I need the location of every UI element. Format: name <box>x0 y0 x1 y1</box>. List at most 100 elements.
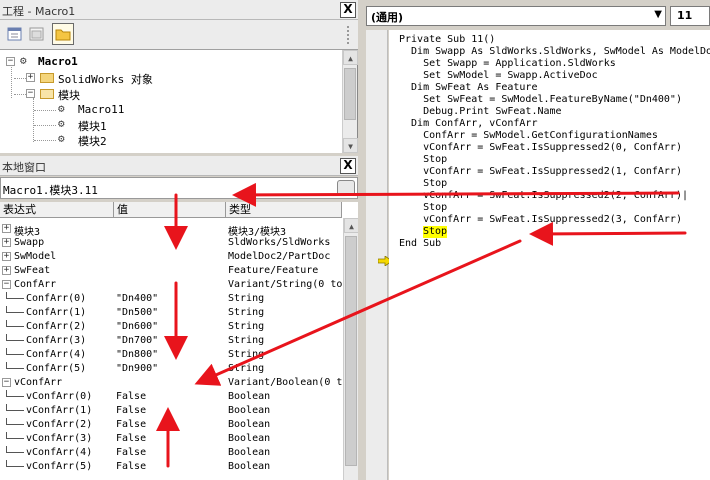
scroll-up-arrow-icon[interactable]: ▲ <box>344 218 359 233</box>
collapse-icon[interactable]: − <box>26 89 35 98</box>
chevron-down-icon[interactable]: ▼ <box>654 9 662 20</box>
tree-item-solidworks-objects[interactable]: + SolidWorks 对象 <box>0 70 340 86</box>
expression-cell: ConfArr(2) <box>26 321 87 332</box>
expand-icon[interactable]: + <box>2 252 11 261</box>
tree-item-module[interactable]: ⚙ Macro11 <box>0 102 340 117</box>
code-line[interactable]: ConfArr = SwModel.GetConfigurationNames <box>399 130 658 142</box>
table-row[interactable]: ConfArr(5) "Dn900" String <box>0 362 342 376</box>
table-row[interactable]: + SwFeat Feature/Feature <box>0 264 342 278</box>
code-line[interactable]: Debug.Print SwFeat.Name <box>399 106 561 118</box>
code-line[interactable]: vConfArr = SwFeat.IsSuppressed2(3, ConfA… <box>399 214 682 226</box>
toggle-folders-button[interactable] <box>52 23 74 45</box>
view-object-button[interactable] <box>28 25 46 43</box>
project-explorer-toolbar <box>0 20 358 50</box>
code-line[interactable]: Dim SwFeat As Feature <box>399 82 537 94</box>
code-line[interactable]: Dim ConfArr, vConfArr <box>399 118 537 130</box>
project-explorer-title: 工程 - Macro1 <box>2 5 76 18</box>
locals-scrollbar[interactable]: ▲ <box>343 218 359 480</box>
scroll-thumb[interactable] <box>344 68 356 120</box>
tree-item-label: 模块 <box>58 89 80 102</box>
table-row[interactable]: − ConfArr Variant/String(0 to <box>0 278 342 292</box>
current-statement-highlight[interactable]: Stop <box>423 226 448 238</box>
table-row[interactable]: vConfArr(2) False Boolean <box>0 418 342 432</box>
expand-icon[interactable]: + <box>26 73 35 82</box>
value-cell[interactable]: "Dn600" <box>116 321 158 332</box>
table-row[interactable]: vConfArr(4) False Boolean <box>0 446 342 460</box>
locals-window-titlebar: 本地窗口 X <box>0 156 358 176</box>
code-line[interactable]: Set SwModel = Swapp.ActiveDoc <box>399 70 598 82</box>
type-cell: Boolean <box>228 391 271 402</box>
expression-cell: vConfArr(2) <box>26 419 93 430</box>
code-editor[interactable]: Private Sub 11() Dim Swapp As SldWorks.S… <box>389 30 710 480</box>
scroll-thumb[interactable] <box>345 236 357 466</box>
locals-context-bar: Macro1.模块3.11 <box>0 177 358 199</box>
expand-icon[interactable]: + <box>2 266 11 275</box>
tree-item-label: 模块2 <box>78 135 107 148</box>
type-cell: ModelDoc2/PartDoc <box>228 251 331 262</box>
table-row[interactable]: vConfArr(1) False Boolean <box>0 404 342 418</box>
value-cell[interactable]: False <box>116 419 146 430</box>
table-row[interactable]: + 模块3 模块3/模块3 <box>0 222 342 238</box>
table-row[interactable]: vConfArr(3) False Boolean <box>0 432 342 446</box>
call-stack-button[interactable] <box>337 180 355 196</box>
code-line[interactable] <box>399 226 423 238</box>
value-cell[interactable]: "Dn900" <box>116 363 158 374</box>
procedure-combo[interactable]: 11 <box>670 6 710 26</box>
code-margin-indicator-bar[interactable] <box>366 30 392 480</box>
code-line[interactable]: vConfArr = SwFeat.IsSuppressed2(2, ConfA… <box>399 190 688 202</box>
scroll-down-arrow-icon[interactable]: ▼ <box>343 138 358 153</box>
code-line[interactable]: Stop <box>399 154 447 166</box>
value-cell[interactable]: False <box>116 447 146 458</box>
value-cell[interactable]: "Dn700" <box>116 335 158 346</box>
scroll-up-arrow-icon[interactable]: ▲ <box>343 50 358 65</box>
project-explorer-close-button[interactable]: X <box>340 2 356 18</box>
code-line[interactable]: Stop <box>399 202 447 214</box>
code-line[interactable]: Private Sub 11() <box>399 34 495 46</box>
value-cell[interactable]: "Dn800" <box>116 349 158 360</box>
tree-item-module[interactable]: ⚙ 模块2 <box>0 132 340 149</box>
expression-cell: ConfArr(1) <box>26 307 87 318</box>
column-header-expression[interactable]: 表达式 <box>0 202 114 218</box>
locals-window-close-button[interactable]: X <box>340 158 356 174</box>
column-header-value[interactable]: 值 <box>114 202 226 218</box>
value-cell[interactable]: False <box>116 433 146 444</box>
code-line[interactable]: Set SwFeat = SwModel.FeatureByName("Dn40… <box>399 94 682 106</box>
value-cell[interactable]: False <box>116 461 146 472</box>
table-row[interactable]: ConfArr(1) "Dn500" String <box>0 306 342 320</box>
code-line[interactable]: End Sub <box>399 238 441 250</box>
value-cell[interactable]: "Dn500" <box>116 307 158 318</box>
code-line[interactable]: vConfArr = SwFeat.IsSuppressed2(1, ConfA… <box>399 166 682 178</box>
code-line[interactable]: Set Swapp = Application.SldWorks <box>399 58 616 70</box>
expand-icon[interactable]: + <box>2 224 11 233</box>
expression-cell: vConfArr(1) <box>26 405 93 416</box>
table-row[interactable]: + SwModel ModelDoc2/PartDoc <box>0 250 342 264</box>
table-row[interactable]: ConfArr(3) "Dn700" String <box>0 334 342 348</box>
object-combo[interactable]: (通用) ▼ <box>366 6 666 26</box>
value-cell[interactable]: "Dn400" <box>116 293 158 304</box>
value-cell[interactable]: False <box>116 405 146 416</box>
tree-item-modules[interactable]: − 模块 <box>0 86 340 102</box>
table-row[interactable]: − vConfArr Variant/Boolean(0 t <box>0 376 342 390</box>
tree-item-label: SolidWorks 对象 <box>58 73 153 86</box>
tree-scrollbar[interactable]: ▲ ▼ <box>342 50 358 153</box>
code-line[interactable]: vConfArr = SwFeat.IsSuppressed2(0, ConfA… <box>399 142 682 154</box>
table-row[interactable]: vConfArr(0) False Boolean <box>0 390 342 404</box>
view-code-button[interactable] <box>6 25 24 43</box>
tree-item-module[interactable]: ⚙ 模块1 <box>0 117 340 134</box>
type-cell: Boolean <box>228 419 271 430</box>
expand-icon[interactable]: + <box>2 238 11 247</box>
code-line[interactable]: Dim Swapp As SldWorks.SldWorks, SwModel … <box>399 46 710 58</box>
table-row[interactable]: + Swapp SldWorks/SldWorks <box>0 236 342 250</box>
collapse-icon[interactable]: − <box>2 378 11 387</box>
column-header-type[interactable]: 类型 <box>226 202 342 218</box>
collapse-icon[interactable]: − <box>6 57 15 66</box>
collapse-icon[interactable]: − <box>2 280 11 289</box>
table-row[interactable]: ConfArr(2) "Dn600" String <box>0 320 342 334</box>
table-row[interactable]: vConfArr(5) False Boolean <box>0 460 342 474</box>
value-cell[interactable]: False <box>116 391 146 402</box>
expression-cell: SwFeat <box>14 265 51 276</box>
table-row[interactable]: ConfArr(0) "Dn400" String <box>0 292 342 306</box>
code-line[interactable]: Stop <box>399 178 447 190</box>
table-row[interactable]: ConfArr(4) "Dn800" String <box>0 348 342 362</box>
tree-item-macro1[interactable]: − ⚙ Macro1 <box>0 54 340 69</box>
